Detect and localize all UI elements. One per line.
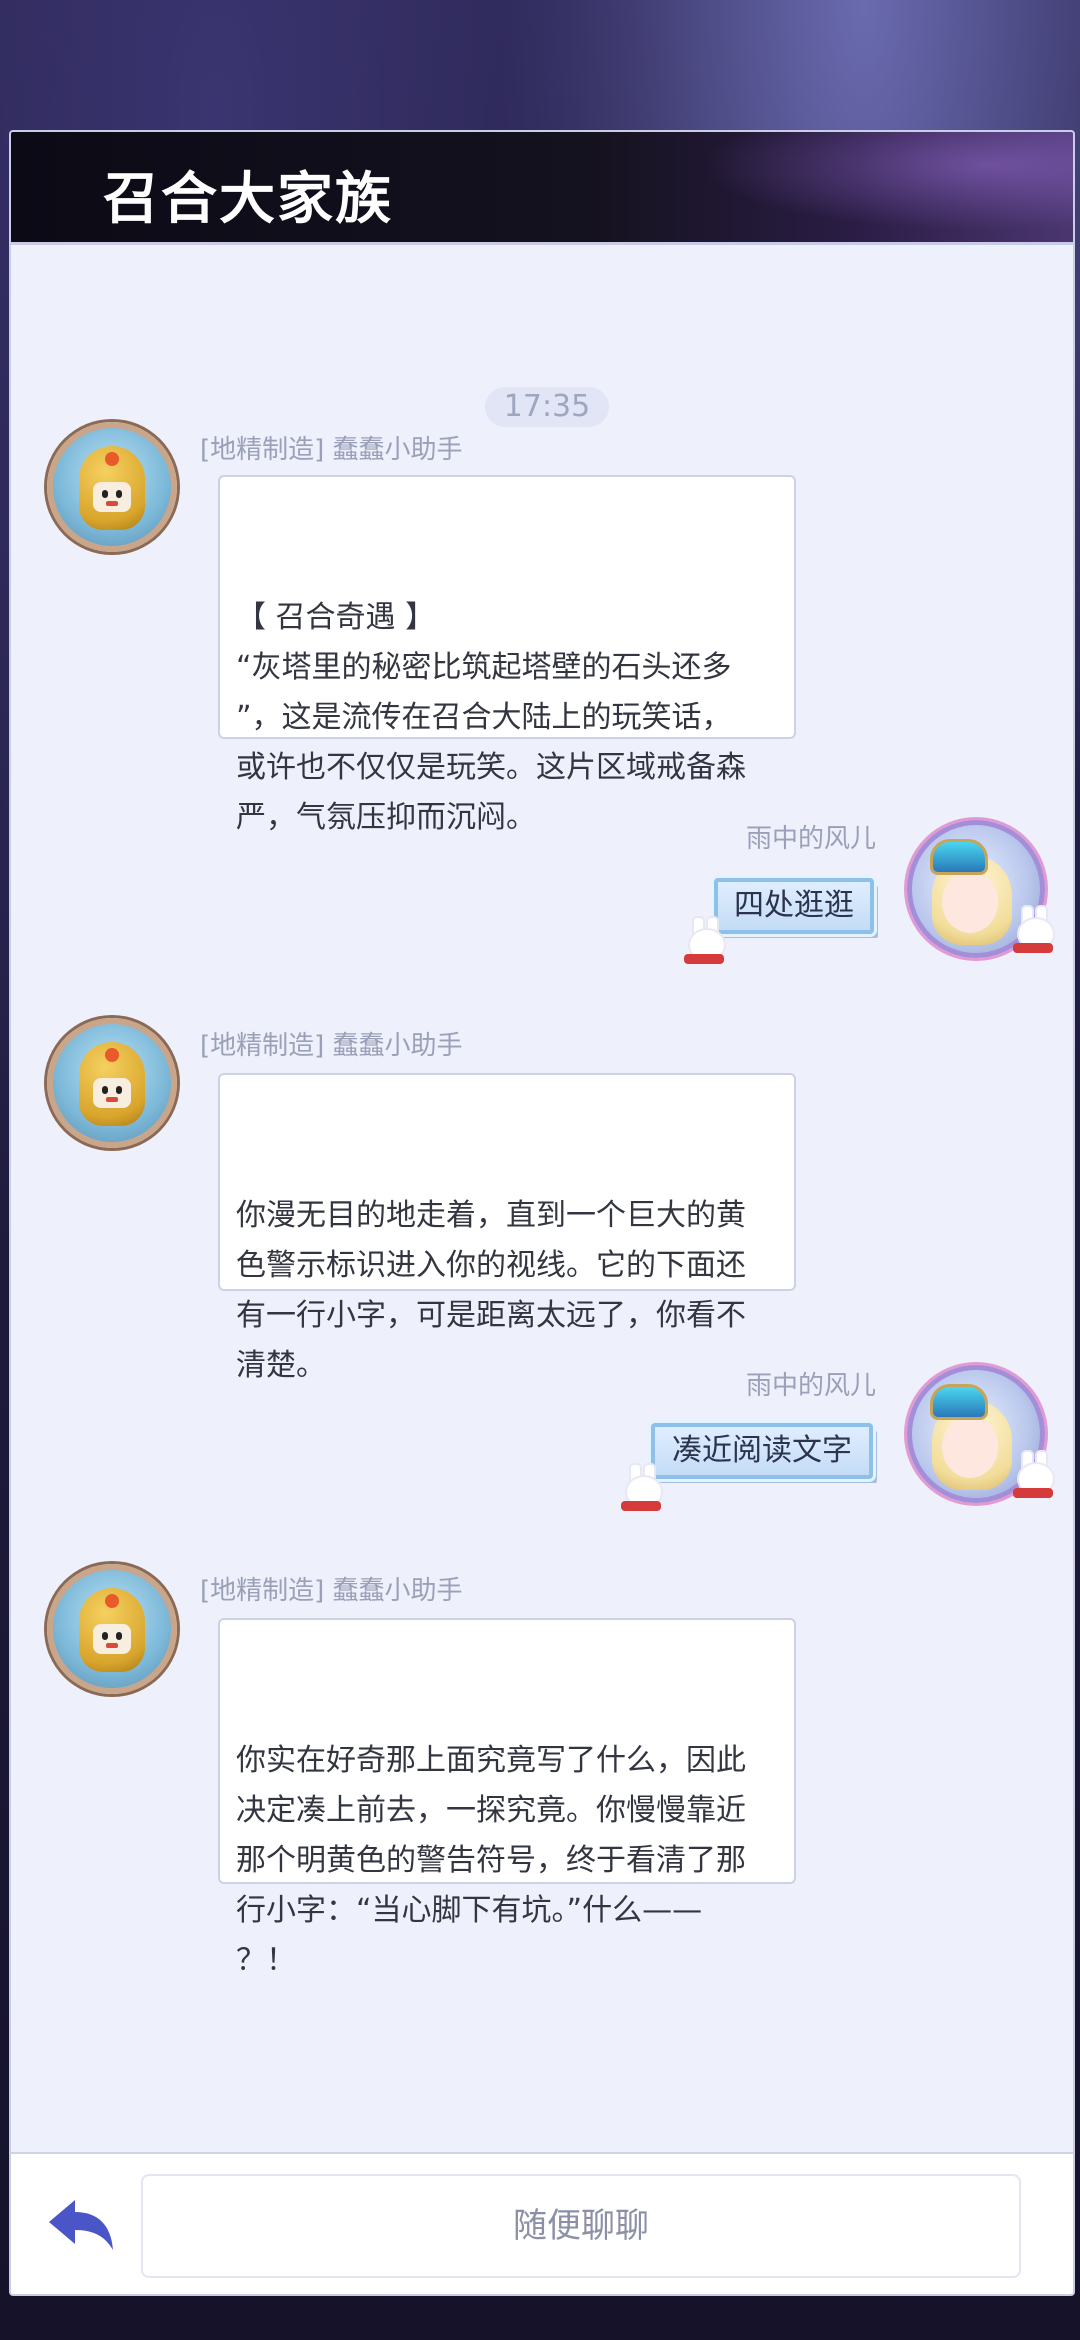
sender-name: [地精制造] 蠢蠢小助手 [200,1576,463,1606]
avatar[interactable] [47,422,177,552]
robot-avatar-icon [79,1042,145,1126]
chat-input[interactable]: 随便聊聊 [141,2174,1021,2278]
footer-bar: 随便聊聊 [11,2152,1073,2294]
chat-list[interactable]: 17:35 [地精制造] 蠢蠢小助手 【 召合奇遇 】 “灰塔里的秘密比筑起塔壁的… [11,245,1073,2285]
message-bubble[interactable]: 凑近阅读文字 [651,1423,873,1479]
message-text: 你实在好奇那上面究竟写了什么，因此 决定凑上前去，一探究竟。你慢慢靠近 那个明黄… [236,1743,746,1978]
robot-avatar-icon [79,1588,145,1672]
back-arrow-icon [49,2200,113,2250]
message-text: “灰塔里的秘密比筑起塔壁的石头还多 ”，这是流传在召合大陆上的玩笑话， 或许也不… [236,650,746,835]
message-text: 你漫无目的地走着，直到一个巨大的黄 色警示标识进入你的视线。它的下面还 有一行小… [236,1198,746,1383]
message-bubble[interactable]: 【 召合奇遇 】 “灰塔里的秘密比筑起塔壁的石头还多 ”，这是流传在召合大陆上的玩… [218,475,796,835]
avatar[interactable] [47,1018,177,1148]
chat-panel: 召合大家族 17:35 [地精制造] 蠢蠢小助手 【 召合奇遇 】 “灰塔里的秘密… [9,130,1075,2296]
timestamp-badge: 17:35 [485,387,609,427]
back-button[interactable] [39,2192,119,2262]
header: 召合大家族 [11,132,1073,242]
header-decoration [653,132,1073,242]
avatar[interactable] [47,1564,177,1694]
bunny-decoration-icon [1011,905,1055,965]
message-bubble[interactable]: 你实在好奇那上面究竟写了什么，因此 决定凑上前去，一探究竟。你慢慢靠近 那个明黄… [218,1618,796,1978]
message-heading: 【 召合奇遇 】 [236,600,436,635]
sender-name: 雨中的风儿 [746,1371,877,1401]
robot-avatar-icon [79,446,145,530]
sender-name: 雨中的风儿 [746,824,877,854]
page-title: 召合大家族 [103,166,393,232]
bunny-decoration-icon [619,1463,663,1523]
bunny-decoration-icon [682,916,726,976]
sender-name: [地精制造] 蠢蠢小助手 [200,435,463,465]
message-bubble[interactable]: 四处逛逛 [714,878,874,934]
sender-name: [地精制造] 蠢蠢小助手 [200,1031,463,1061]
message-bubble[interactable]: 你漫无目的地走着，直到一个巨大的黄 色警示标识进入你的视线。它的下面还 有一行小… [218,1073,796,1383]
bunny-decoration-icon [1011,1450,1055,1510]
